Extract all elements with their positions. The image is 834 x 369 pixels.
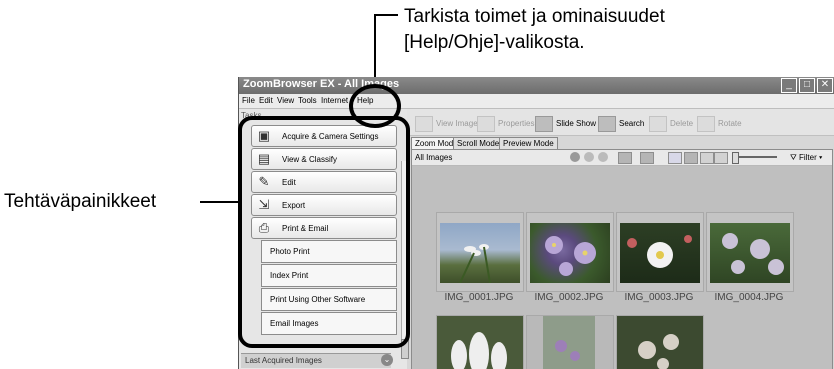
help-callout-line1: Tarkista toimet ja ominaisuudet (404, 6, 665, 27)
menu-tools[interactable]: Tools (298, 96, 317, 105)
menu-edit[interactable]: Edit (259, 96, 273, 105)
image-viewer: All Images ⛛ Filter ▾ IMG_0001.JPG IMG_0… (411, 149, 833, 369)
zoom-in-icon[interactable] (684, 152, 698, 164)
thumbnail-7[interactable] (616, 315, 704, 369)
thumbnail-2-label: IMG_0002.JPG (534, 292, 604, 303)
task-buttons-callout: Tehtäväpainikkeet (4, 191, 157, 212)
info-icon[interactable] (640, 152, 654, 164)
help-callout-line-vertical (374, 14, 376, 86)
thumbnail-4-label: IMG_0004.JPG (714, 292, 784, 303)
thumbnail-2[interactable] (526, 212, 614, 292)
search-button[interactable]: Search (598, 116, 644, 132)
pointer-icon[interactable] (668, 152, 682, 164)
view-image-icon (415, 116, 433, 132)
slide-show-icon (535, 116, 553, 132)
zoom-slider[interactable] (737, 156, 777, 158)
rotate-button[interactable]: Rotate (697, 116, 742, 132)
view-image-button[interactable]: View Image (415, 116, 478, 132)
zoom-slider-handle[interactable] (732, 152, 739, 164)
minimize-icon[interactable]: _ (781, 78, 797, 93)
up-icon[interactable] (598, 152, 608, 162)
maximize-icon[interactable]: □ (799, 78, 815, 93)
trash-icon (649, 116, 667, 132)
properties-button[interactable]: Properties (477, 116, 534, 132)
thumbnail-3-label: IMG_0003.JPG (624, 292, 694, 303)
main-toolbar: View Image Properties Slide Show Search … (407, 109, 834, 136)
next-icon[interactable] (584, 152, 594, 162)
properties-icon (477, 116, 495, 132)
menu-view[interactable]: View (277, 96, 294, 105)
slide-show-button[interactable]: Slide Show (535, 116, 596, 132)
search-icon (598, 116, 616, 132)
thumbnail-1-label: IMG_0001.JPG (444, 292, 514, 303)
task-buttons-highlight-frame (238, 116, 410, 348)
fit-icon[interactable] (714, 152, 728, 164)
close-icon[interactable]: ✕ (817, 78, 833, 93)
select-icon[interactable] (618, 152, 632, 164)
menu-file[interactable]: File (242, 96, 255, 105)
tab-preview-mode[interactable]: Preview Mode (499, 137, 558, 149)
delete-button[interactable]: Delete (649, 116, 693, 132)
filter-button[interactable]: ⛛ Filter ▾ (790, 153, 822, 163)
thumbnail-3[interactable] (616, 212, 704, 292)
tab-scroll-mode[interactable]: Scroll Mode (453, 137, 504, 149)
menu-bar: File Edit View Tools Internet Help (239, 94, 834, 109)
rotate-icon (697, 116, 715, 132)
filter-icon: ⛛ (790, 153, 799, 162)
menu-internet[interactable]: Internet (321, 96, 348, 105)
thumbnail-1[interactable] (436, 212, 524, 292)
help-callout-line2: [Help/Ohje]-valikosta. (404, 32, 585, 53)
thumbnail-4[interactable] (706, 212, 794, 292)
previous-icon[interactable] (570, 152, 580, 162)
thumbnail-6[interactable] (526, 315, 614, 369)
help-callout-line-horizontal (374, 14, 398, 16)
last-acquired-images-panel[interactable]: Last Acquired Images ⌄ (241, 353, 393, 368)
title-bar: ZoomBrowser EX - All Images _ □ ✕ (239, 77, 834, 94)
chevron-down-icon[interactable]: ⌄ (381, 354, 393, 366)
zoom-out-icon[interactable] (700, 152, 714, 164)
viewer-toolbar: All Images ⛛ Filter ▾ (412, 150, 832, 166)
tasks-callout-line (200, 201, 238, 203)
thumbnail-5[interactable] (436, 315, 524, 369)
folder-label: All Images (415, 153, 453, 162)
